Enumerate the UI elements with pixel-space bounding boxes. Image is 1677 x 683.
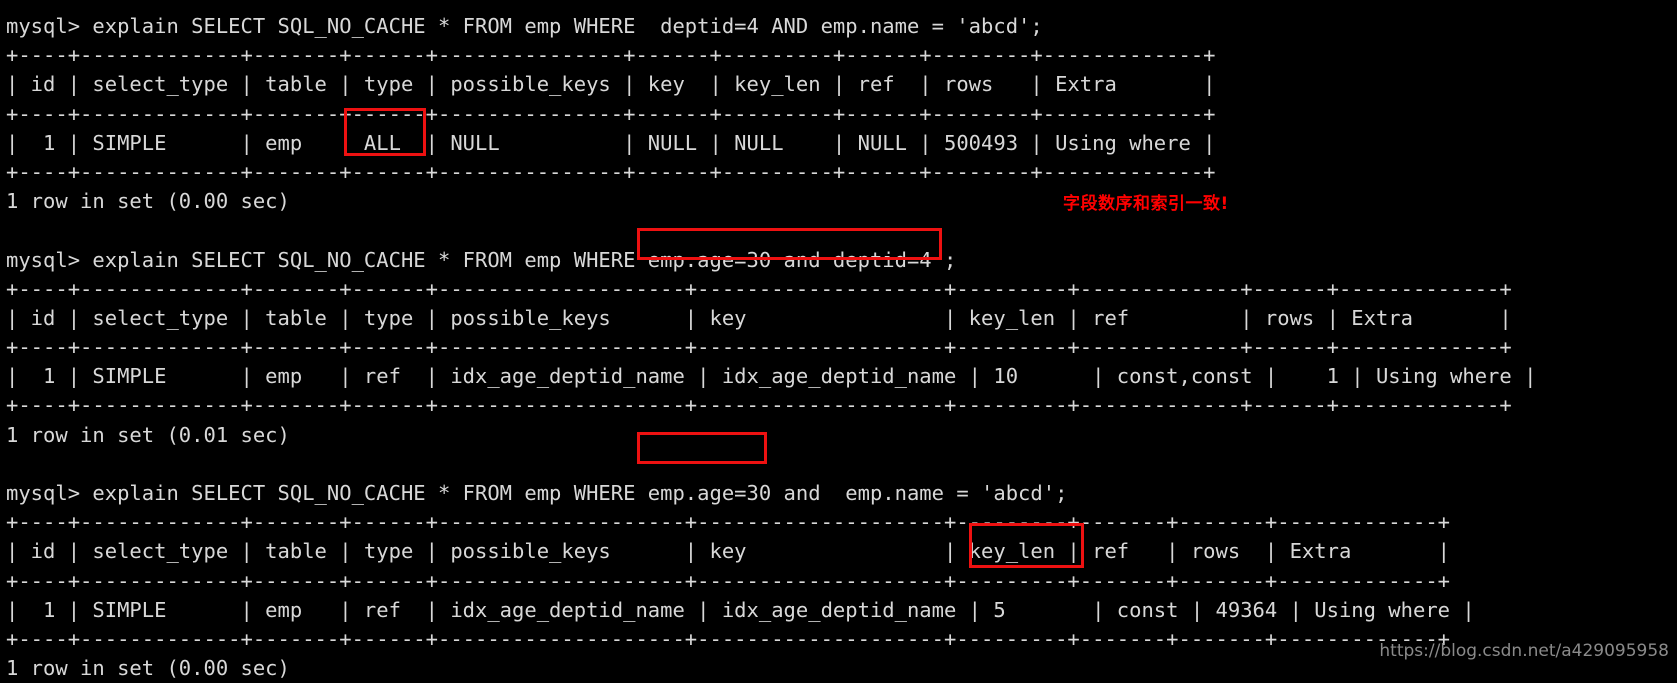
sql-command-2[interactable]: mysql> explain SELECT SQL_NO_CACHE * FRO… xyxy=(6,246,1677,275)
status-line-2: 1 row in set (0.01 sec) xyxy=(6,422,290,447)
table-row-1: | 1 | SIMPLE | emp | ALL | NULL | NULL |… xyxy=(6,130,1216,155)
table-rule-top-1: +----+-------------+-------+------+-----… xyxy=(6,43,1216,68)
table-row-2: | 1 | SIMPLE | emp | ref | idx_age_depti… xyxy=(6,364,1537,389)
status-line-1: 1 row in set (0.00 sec) xyxy=(6,189,290,214)
table-rule-mid-2: +----+-------------+-------+------+-----… xyxy=(6,335,1512,360)
table-rule-bottom-2: +----+-------------+-------+------+-----… xyxy=(6,393,1512,418)
sql-command-1[interactable]: mysql> explain SELECT SQL_NO_CACHE * FRO… xyxy=(6,12,1677,41)
table-header-2: | id | select_type | table | type | poss… xyxy=(6,305,1512,330)
table-rule-top-3: +----+-------------+-------+------+-----… xyxy=(6,510,1451,535)
terminal-window: mysql> explain SELECT SQL_NO_CACHE * FRO… xyxy=(0,0,1677,680)
table-rule-bottom-1: +----+-------------+-------+------+-----… xyxy=(6,159,1216,184)
table-rule-top-2: +----+-------------+-------+------+-----… xyxy=(6,276,1512,301)
table-rule-mid-3: +----+-------------+-------+------+-----… xyxy=(6,568,1451,593)
sql-command-3[interactable]: mysql> explain SELECT SQL_NO_CACHE * FRO… xyxy=(6,479,1677,508)
watermark-url: https://blog.csdn.net/a429095958 xyxy=(1379,640,1669,661)
table-row-3: | 1 | SIMPLE | emp | ref | idx_age_depti… xyxy=(6,597,1475,622)
table-header-3: | id | select_type | table | type | poss… xyxy=(6,539,1451,564)
table-rule-mid-1: +----+-------------+-------+------+-----… xyxy=(6,101,1216,126)
chinese-annotation: 字段数序和索引一致! xyxy=(1063,194,1229,214)
table-header-1: | id | select_type | table | type | poss… xyxy=(6,72,1216,97)
